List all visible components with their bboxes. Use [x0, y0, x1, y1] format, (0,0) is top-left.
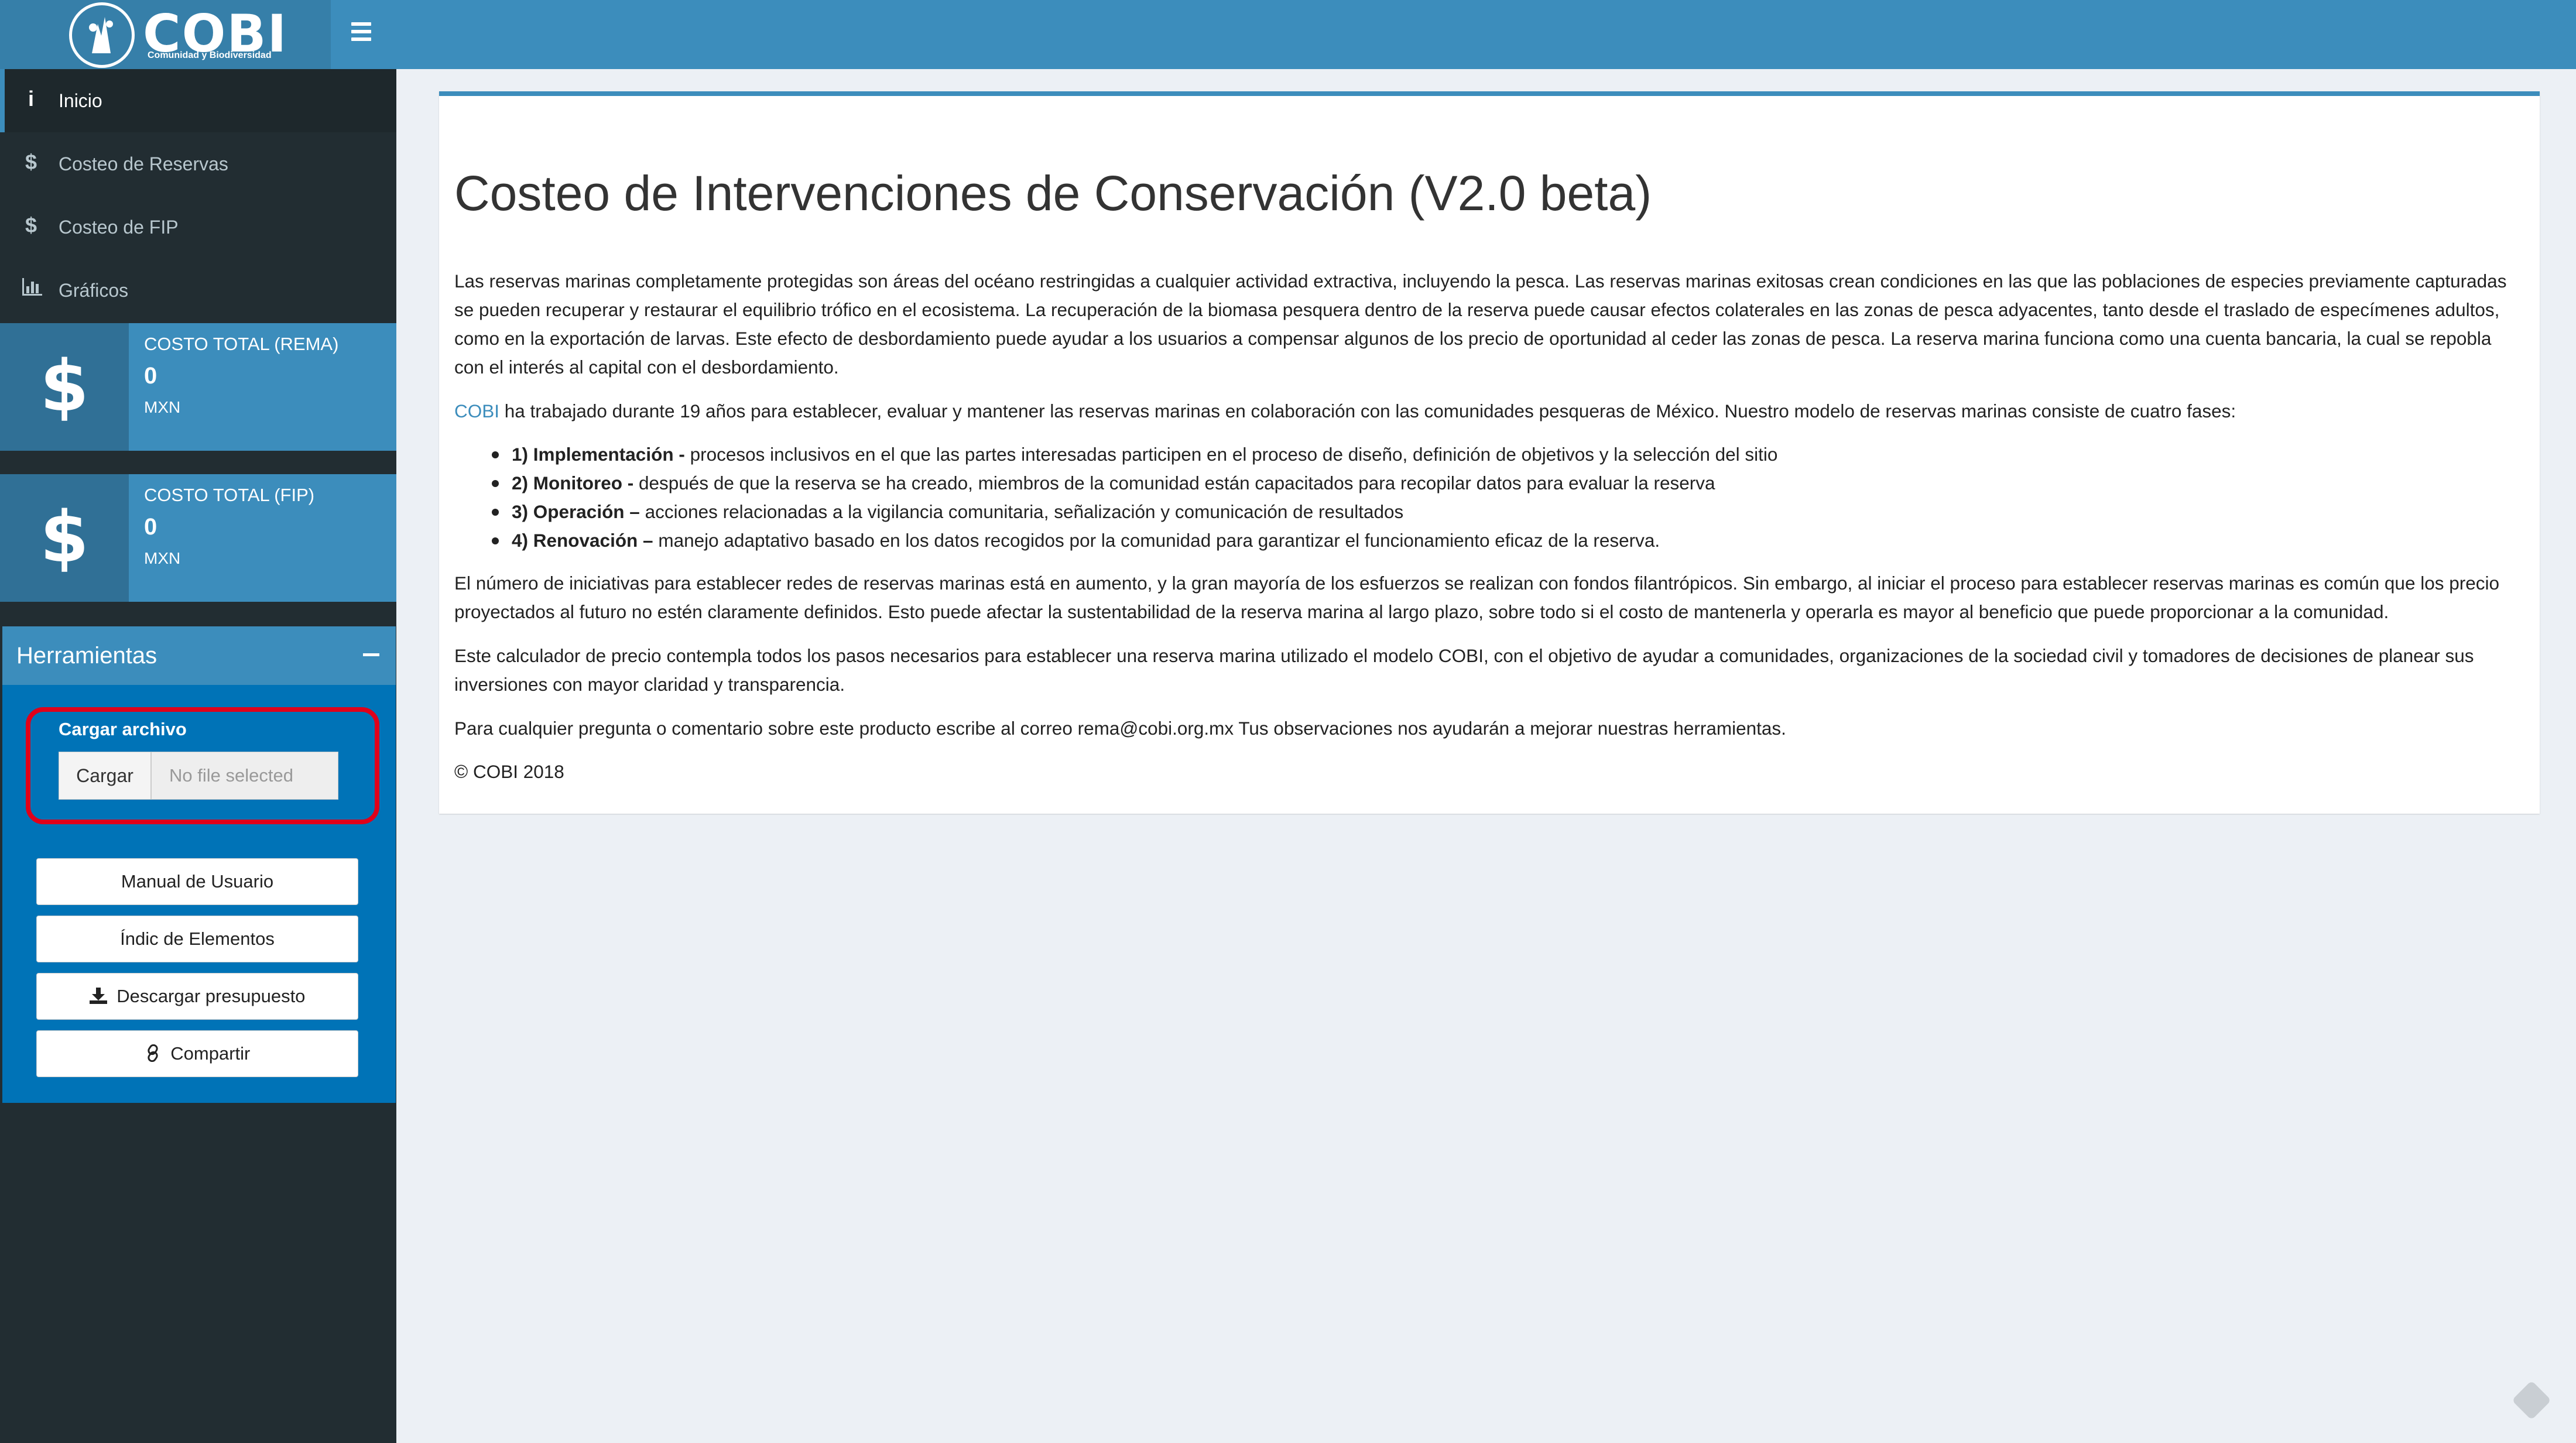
upload-button[interactable]: Cargar: [59, 752, 151, 800]
cobi-paragraph-text: ha trabajado durante 19 años para establ…: [499, 400, 2236, 421]
tools-title: Herramientas: [16, 643, 157, 669]
manual-button-label: Manual de Usuario: [121, 871, 274, 892]
cobi-logo-icon: [69, 2, 135, 68]
index-button[interactable]: Índic de Elementos: [36, 916, 358, 962]
phase-name: 4) Renovación –: [512, 530, 653, 551]
sidebar-item-costeo-reservas[interactable]: $ Costeo de Reservas: [0, 132, 396, 196]
sidebar-item-inicio[interactable]: i Inicio: [0, 69, 396, 132]
dollar-icon: $: [25, 150, 37, 174]
phase-desc: manejo adaptativo basado en los datos re…: [653, 530, 1660, 551]
collapse-minus-icon[interactable]: [363, 653, 379, 656]
tools-panel: Herramientas Cargar archivo Cargar No fi…: [2, 626, 396, 1103]
phase-name: 1) Implementación -: [512, 444, 685, 465]
info-icon: i: [28, 87, 34, 111]
dollar-icon: $: [0, 474, 129, 602]
sidebar-item-costeo-fip[interactable]: $ Costeo de FIP: [0, 196, 396, 259]
infobox-unit: MXN: [144, 398, 181, 416]
download-budget-label: Descargar presupuesto: [117, 986, 306, 1006]
page-title: Costeo de Intervenciones de Conservación…: [454, 166, 1652, 221]
share-button-label: Compartir: [170, 1043, 251, 1064]
upload-label: Cargar archivo: [59, 719, 187, 739]
download-budget-button[interactable]: Descargar presupuesto: [36, 973, 358, 1020]
calculator-paragraph: Este calculador de precio contempla todo…: [454, 645, 2474, 695]
copyright: © COBI 2018: [454, 761, 564, 782]
logo[interactable]: COBI Comunidad y Biodiversidad: [0, 0, 331, 69]
infobox-value: 0: [144, 514, 157, 540]
list-item: 2) Monitoreo - después de que la reserva…: [492, 469, 2482, 498]
sidebar-item-label: Costeo de FIP: [59, 217, 179, 238]
phase-name: 3) Operación –: [512, 501, 640, 522]
cobi-paragraph: COBI ha trabajado durante 19 años para e…: [454, 397, 2515, 426]
infobox-unit: MXN: [144, 549, 181, 567]
infobox-title: COSTO TOTAL (FIP): [144, 485, 315, 505]
phase-name: 2) Monitoreo -: [512, 472, 634, 493]
logo-subtitle: Comunidad y Biodiversidad: [148, 50, 272, 60]
phase-desc: procesos inclusivos en el que las partes…: [684, 444, 1778, 465]
download-icon: [89, 986, 112, 1006]
phases-list: 1) Implementación - procesos inclusivos …: [492, 440, 2482, 555]
phase-desc: acciones relacionadas a la vigilancia co…: [639, 501, 1404, 522]
cobi-link[interactable]: COBI: [454, 400, 499, 421]
infobox-title: COSTO TOTAL (REMA): [144, 334, 339, 354]
sidebar-item-label: Gráficos: [59, 280, 129, 301]
link-icon: [145, 1043, 166, 1064]
infobox-fip: $ COSTO TOTAL (FIP) 0 MXN: [0, 474, 396, 602]
phase-desc: después de que la reserva se ha creado, …: [633, 472, 1715, 493]
list-item: 4) Renovación – manejo adaptativo basado…: [492, 526, 2482, 555]
hamburger-icon[interactable]: [351, 22, 371, 46]
contact-paragraph: Para cualquier pregunta o comentario sob…: [454, 718, 1786, 739]
infobox-rema: $ COSTO TOTAL (REMA) 0 MXN: [0, 323, 396, 451]
share-button[interactable]: Compartir: [36, 1030, 358, 1077]
bar-chart-icon: [22, 276, 42, 301]
top-header: COBI Comunidad y Biodiversidad: [0, 0, 2576, 69]
dollar-icon: $: [25, 213, 37, 237]
tools-header[interactable]: Herramientas: [2, 626, 396, 685]
manual-button[interactable]: Manual de Usuario: [36, 858, 358, 905]
list-item: 3) Operación – acciones relacionadas a l…: [492, 498, 2482, 526]
list-item: 1) Implementación - procesos inclusivos …: [492, 440, 2482, 469]
sidebar-item-label: Costeo de Reservas: [59, 153, 228, 174]
sidebar-item-label: Inicio: [59, 90, 102, 111]
funding-paragraph: El número de iniciativas para establecer…: [454, 573, 2500, 622]
upload-file-field[interactable]: No file selected: [151, 752, 338, 800]
sidebar-item-graficos[interactable]: Gráficos: [0, 259, 396, 322]
dollar-icon: $: [0, 323, 129, 451]
corner-widget-icon[interactable]: [2512, 1380, 2551, 1420]
infobox-value: 0: [144, 363, 157, 389]
index-button-label: Índic de Elementos: [120, 928, 275, 949]
intro-paragraph: Las reservas marinas completamente prote…: [454, 270, 2507, 378]
